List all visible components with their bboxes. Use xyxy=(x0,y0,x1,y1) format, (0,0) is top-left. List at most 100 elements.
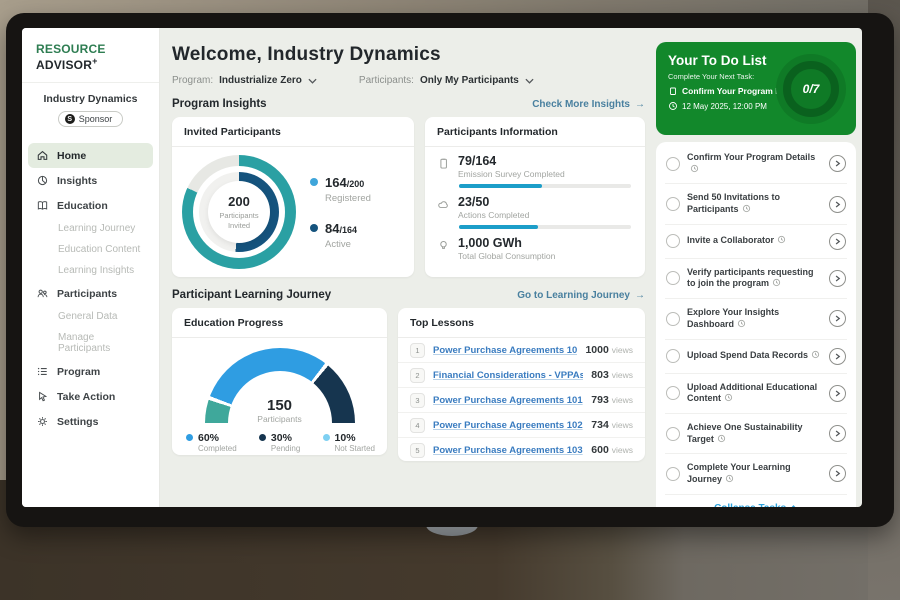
home-icon xyxy=(36,149,49,162)
task-checkbox[interactable] xyxy=(666,386,680,400)
sidebar-item-program[interactable]: Program xyxy=(22,359,159,384)
lesson-row: 3 Power Purchase Agreements 101 793 view… xyxy=(398,388,645,413)
insights-icon xyxy=(36,174,49,187)
task-open-button[interactable] xyxy=(829,233,846,250)
task-checkbox[interactable] xyxy=(666,312,680,326)
list-icon xyxy=(36,365,49,378)
collapse-tasks-link[interactable]: Collapse Tasks xyxy=(665,495,847,507)
chevron-right-icon xyxy=(834,353,841,360)
task-open-button[interactable] xyxy=(829,155,846,172)
logo-primary: RESOURCE xyxy=(36,42,106,56)
todo-panel: Your To Do List Complete Your Next Task:… xyxy=(650,28,862,507)
page-title: Welcome, Industry Dynamics xyxy=(172,44,645,66)
invited-total-label: ParticipantsInvited xyxy=(219,211,258,230)
sidebar-item-general-data[interactable]: General Data xyxy=(22,306,159,327)
sidebar-item-education[interactable]: Education xyxy=(22,193,159,218)
photo-background: RESOURCE ADVISOR+ Industry Dynamics S Sp… xyxy=(0,0,900,600)
sponsor-icon: S xyxy=(65,114,75,124)
clock-icon xyxy=(668,101,678,111)
lesson-link[interactable]: Power Purchase Agreements 102 xyxy=(433,420,583,431)
task-checkbox[interactable] xyxy=(666,271,680,285)
donut-legend: 164/200 Registered 84/164 Active xyxy=(310,174,371,250)
task-checkbox[interactable] xyxy=(666,427,680,441)
lesson-link[interactable]: Power Purchase Agreements 103 xyxy=(433,445,583,456)
sidebar-item-insights[interactable]: Insights xyxy=(22,168,159,193)
legend-registered: 164/200 Registered xyxy=(310,174,371,204)
task-open-button[interactable] xyxy=(829,270,846,287)
participants-filter[interactable]: Participants: Only My Participants xyxy=(359,75,534,86)
clock-icon xyxy=(811,350,820,359)
invited-donut-chart: 200 ParticipantsInvited xyxy=(182,155,296,269)
lesson-link[interactable]: Power Purchase Agreements 101 xyxy=(433,395,583,406)
todo-progress-value: 0/7 xyxy=(783,61,839,117)
card-title: Participants Information xyxy=(425,117,645,147)
task-checkbox[interactable] xyxy=(666,197,680,211)
task-row-invite-collaborator: Invite a Collaborator xyxy=(665,225,847,259)
program-filter[interactable]: Program: Industrialize Zero xyxy=(172,75,317,86)
clock-icon xyxy=(737,319,746,328)
task-open-button[interactable] xyxy=(829,348,846,365)
sidebar-item-home[interactable]: Home xyxy=(28,143,153,168)
sponsor-badge[interactable]: S Sponsor xyxy=(58,111,124,127)
insights-cards-row: Invited Participants 200 ParticipantsInv… xyxy=(172,117,645,277)
task-checkbox[interactable] xyxy=(666,467,680,481)
task-open-button[interactable] xyxy=(829,385,846,402)
go-to-learning-journey-link[interactable]: Go to Learning Journey → xyxy=(517,290,645,301)
task-row-upload-educational-content: Upload Additional Educational Content xyxy=(665,374,847,414)
tasks-list-card: Confirm Your Program Details Send 50 Inv… xyxy=(656,142,856,507)
sidebar-item-learning-journey[interactable]: Learning Journey xyxy=(22,218,159,239)
lesson-row: 2 Financial Considerations - VPPAs 803 v… xyxy=(398,363,645,388)
task-open-button[interactable] xyxy=(829,196,846,213)
task-open-button[interactable] xyxy=(829,465,846,482)
lesson-link[interactable]: Power Purchase Agreements 101 xyxy=(433,345,577,356)
sidebar-item-participants[interactable]: Participants xyxy=(22,281,159,306)
check-more-insights-link[interactable]: Check More Insights → xyxy=(532,99,645,110)
top-lessons-card: Top Lessons 1 Power Purchase Agreements … xyxy=(398,308,645,461)
card-title: Invited Participants xyxy=(172,117,414,147)
sidebar-item-label: Insights xyxy=(57,175,97,187)
lesson-row: 4 Power Purchase Agreements 102 734 view… xyxy=(398,413,645,438)
sidebar-item-education-content[interactable]: Education Content xyxy=(22,239,159,260)
chevron-right-icon xyxy=(834,201,841,208)
task-checkbox[interactable] xyxy=(666,157,680,171)
sidebar-item-manage-participants[interactable]: Manage Participants xyxy=(22,327,159,359)
clock-icon xyxy=(772,278,781,287)
donut-center: 200 ParticipantsInvited xyxy=(208,181,270,243)
task-checkbox[interactable] xyxy=(666,234,680,248)
stat-emission-survey: 79/164Emission Survey Completed xyxy=(425,147,645,179)
account-block: Industry Dynamics S Sponsor xyxy=(22,83,159,135)
task-checkbox[interactable] xyxy=(666,349,680,363)
sidebar-item-learning-insights[interactable]: Learning Insights xyxy=(22,260,159,281)
lesson-rank: 3 xyxy=(410,393,425,408)
arrow-right-icon: → xyxy=(635,290,645,301)
lesson-link[interactable]: Financial Considerations - VPPAs xyxy=(433,370,583,381)
invited-body: 200 ParticipantsInvited 164/200 xyxy=(172,147,414,277)
link-label: Go to Learning Journey xyxy=(517,290,630,301)
sidebar-item-label: Participants xyxy=(57,288,117,300)
chevron-right-icon xyxy=(834,160,841,167)
sidebar: RESOURCE ADVISOR+ Industry Dynamics S Sp… xyxy=(22,28,160,507)
learning-journey-header: Participant Learning Journey Go to Learn… xyxy=(172,289,645,301)
dashboard-screen: RESOURCE ADVISOR+ Industry Dynamics S Sp… xyxy=(22,28,862,507)
gauge-center: 150 Participants xyxy=(205,397,355,424)
invited-total: 200 xyxy=(228,194,250,209)
chevron-down-icon xyxy=(308,78,317,84)
task-open-button[interactable] xyxy=(829,425,846,442)
sidebar-item-settings[interactable]: Settings xyxy=(22,409,159,434)
chevron-right-icon xyxy=(834,275,841,282)
logo-plus: + xyxy=(92,56,97,66)
lesson-rank: 4 xyxy=(410,418,425,433)
legend-dot xyxy=(323,434,330,441)
legend-not-started: 10%Not Started xyxy=(323,432,375,453)
stat-consumption: 1,000 GWhTotal Global Consumption xyxy=(425,229,645,261)
sidebar-item-take-action[interactable]: Take Action xyxy=(22,384,159,409)
card-title: Education Progress xyxy=(172,308,387,338)
participants-icon xyxy=(36,287,49,300)
gauge-wrap: 150 Participants xyxy=(172,338,387,424)
stat-actions: 23/50Actions Completed xyxy=(425,188,645,220)
chevron-right-icon xyxy=(834,390,841,397)
clock-icon xyxy=(724,393,733,402)
education-progress-card: Education Progress 150 Participants 6 xyxy=(172,308,387,455)
task-open-button[interactable] xyxy=(829,310,846,327)
clock-icon xyxy=(717,434,726,443)
